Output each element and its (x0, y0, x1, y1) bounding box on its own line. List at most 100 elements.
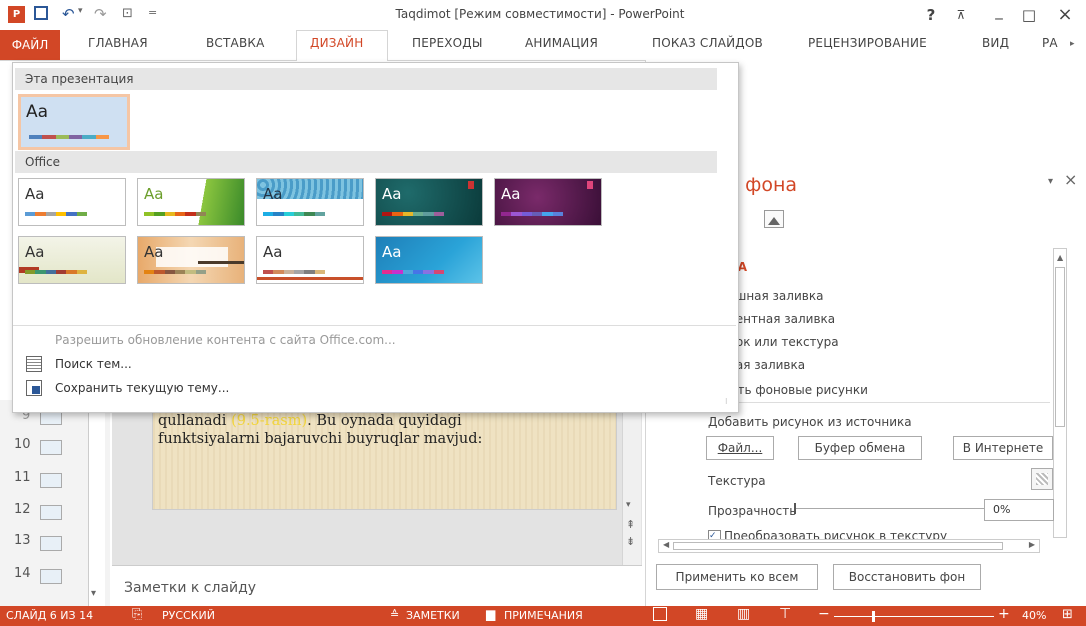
scroll-down-icon[interactable]: ▾ (91, 588, 96, 599)
insert-picture-from-label: Добавить рисунок из источника (708, 415, 912, 429)
previous-slide-icon[interactable]: ⇞ (626, 518, 635, 531)
allow-office-update-label: Разрешить обновление контента с сайта Of… (55, 333, 396, 347)
picture-category-icon[interactable] (764, 210, 784, 228)
slide-thumbnail[interactable] (40, 536, 62, 551)
theme-organic[interactable]: Aa (18, 236, 126, 284)
customize-qat-icon[interactable]: = (148, 6, 157, 26)
spellcheck-icon[interactable]: ⎘ (132, 607, 142, 622)
language-indicator[interactable]: РУССКИЙ (162, 609, 215, 622)
notes-toggle[interactable]: ЗАМЕТКИ (406, 609, 460, 622)
theme-retrospect[interactable]: Aa (137, 236, 245, 284)
solid-fill-option[interactable]: ошная заливка (728, 289, 823, 303)
comments-icon[interactable]: ▆ (486, 607, 495, 621)
tab-view[interactable]: ВИД (982, 36, 1009, 50)
status-bar: СЛАЙД 6 ИЗ 14 ⎘ РУССКИЙ ≙ ЗАМЕТКИ ▆ ПРИМ… (0, 606, 1086, 626)
start-slideshow-icon[interactable]: ⊡ (122, 6, 133, 26)
transparency-label: Прозрачность (708, 504, 797, 518)
theme-office[interactable]: Aa (18, 178, 126, 226)
theme-ion[interactable]: Aa (494, 178, 602, 226)
notes-pane[interactable]: Заметки к слайду (112, 565, 642, 607)
zoom-slider[interactable] (834, 611, 994, 622)
gradient-fill-option[interactable]: иентная заливка (728, 312, 835, 326)
browse-themes-item[interactable]: Поиск тем... (55, 357, 132, 371)
reading-view-icon[interactable]: ▥ (737, 606, 750, 622)
tab-scroll-right-icon[interactable]: ▸ (1070, 39, 1075, 49)
slide-thumbnail[interactable] (40, 505, 62, 520)
redo-icon[interactable]: ↷ (94, 5, 107, 25)
maximize-button[interactable]: □ (1016, 4, 1042, 26)
slideshow-view-icon[interactable]: ⊤ (779, 606, 791, 622)
save-icon[interactable] (34, 6, 48, 20)
slide-sorter-icon[interactable]: ▦ (695, 606, 708, 622)
title-bar: P ↶ ▾ ↷ ⊡ = Taqdimot [Режим совместимост… (0, 0, 1086, 30)
browse-themes-label: Поиск тем... (55, 357, 132, 371)
tile-picture-label[interactable]: Преобразовать рисунок в текстуру (724, 529, 947, 539)
comments-toggle[interactable]: ПРИМЕЧАНИЯ (504, 609, 583, 622)
zoom-level[interactable]: 40% (1022, 609, 1046, 622)
tab-animations[interactable]: АНИМАЦИЯ (525, 36, 598, 50)
transparency-slider[interactable] (794, 503, 984, 514)
fit-slide-icon[interactable]: ⊞ (1062, 607, 1073, 622)
zoom-out-icon[interactable]: − (818, 606, 830, 622)
scroll-down-icon[interactable]: ▾ (626, 500, 631, 510)
zoom-in-icon[interactable]: + (998, 606, 1010, 622)
ribbon-display-options-icon[interactable]: ⊼ (948, 4, 974, 26)
slide-thumbnail[interactable] (40, 440, 62, 455)
tab-review[interactable]: РЕЦЕНЗИРОВАНИЕ (808, 36, 927, 50)
tab-transitions[interactable]: ПЕРЕХОДЫ (412, 36, 483, 50)
slide-indicator[interactable]: СЛАЙД 6 ИЗ 14 (6, 609, 93, 622)
thumbnails-scrollbar[interactable] (88, 400, 105, 606)
notes-placeholder: Заметки к слайду (124, 580, 257, 596)
tab-slideshow[interactable]: ПОКАЗ СЛАЙДОВ (652, 36, 763, 50)
theme-slice[interactable]: Aa (256, 236, 364, 284)
close-button[interactable]: × (1052, 4, 1078, 26)
transparency-slider-thumb[interactable] (794, 503, 796, 514)
pane-hscrollbar[interactable]: ◀ ▶ (658, 539, 1040, 553)
pane-close-icon[interactable]: × (1064, 170, 1077, 189)
tab-file[interactable]: ФАЙЛ (0, 30, 60, 60)
texture-picker-button[interactable] (1031, 468, 1053, 490)
theme-current[interactable]: Aa (18, 94, 130, 150)
save-theme-label: Сохранить текущую тему... (55, 381, 230, 395)
tab-more[interactable]: РА (1042, 36, 1058, 50)
texture-label: Текстура (708, 474, 766, 488)
undo-dropdown-icon[interactable]: ▾ (78, 6, 83, 26)
slide-text-part: qullanadi (158, 413, 232, 429)
tab-insert[interactable]: ВСТАВКА (206, 36, 265, 50)
reset-background-button[interactable]: Восстановить фон (833, 564, 981, 590)
section-this-presentation: Эта презентация (15, 68, 717, 90)
transparency-value-field[interactable]: 0% (984, 499, 1054, 521)
theme-label: Aa (144, 185, 164, 203)
theme-facet[interactable]: Aa (137, 178, 245, 226)
theme-label: Aa (382, 185, 402, 203)
undo-icon[interactable]: ↶ (62, 5, 75, 25)
pattern-fill-option[interactable]: ная заливка (728, 358, 805, 372)
tab-home[interactable]: ГЛАВНАЯ (88, 36, 148, 50)
zoom-slider-thumb[interactable] (872, 611, 875, 622)
slide-thumbnail[interactable] (40, 569, 62, 584)
minimize-button[interactable]: _ (986, 0, 1012, 22)
slide-body-text[interactable]: qullanadi (9.5-rasm). Bu oynada quyidagi… (158, 412, 618, 448)
tab-design[interactable]: ДИЗАЙН (310, 36, 363, 50)
pane-options-icon[interactable]: ▾ (1048, 176, 1053, 187)
apply-to-all-button[interactable]: Применить ко всем (656, 564, 818, 590)
theme-integral[interactable]: Aa (256, 178, 364, 226)
normal-view-icon[interactable] (653, 607, 667, 621)
picture-texture-fill-option[interactable]: нок или текстура (728, 335, 839, 349)
resize-grip-icon[interactable]: ⁝ (725, 397, 728, 406)
online-button[interactable]: В Интернете (953, 436, 1053, 460)
theme-wisp[interactable]: Aa (375, 236, 483, 284)
next-slide-icon[interactable]: ⇟ (626, 535, 635, 548)
pane-scrollbar[interactable]: ▲ (1053, 248, 1067, 538)
save-theme-item[interactable]: Сохранить текущую тему... (55, 381, 229, 395)
slide-number: 11 (14, 470, 31, 485)
help-button[interactable]: ? (918, 4, 944, 26)
clipboard-button[interactable]: Буфер обмена (798, 436, 922, 460)
notes-toggle-icon[interactable]: ≙ (390, 608, 399, 621)
theme-ion-boardroom[interactable]: Aa (375, 178, 483, 226)
slide-text-line: funktsiyalarni bajaruvchi buyruqlar mavj… (158, 431, 483, 447)
file-button[interactable]: Файл... (706, 436, 774, 460)
apply-to-all-label: Применить ко всем (675, 570, 799, 584)
hide-background-graphics-option[interactable]: ыть фоновые рисунки (728, 383, 868, 397)
slide-thumbnail[interactable] (40, 473, 62, 488)
